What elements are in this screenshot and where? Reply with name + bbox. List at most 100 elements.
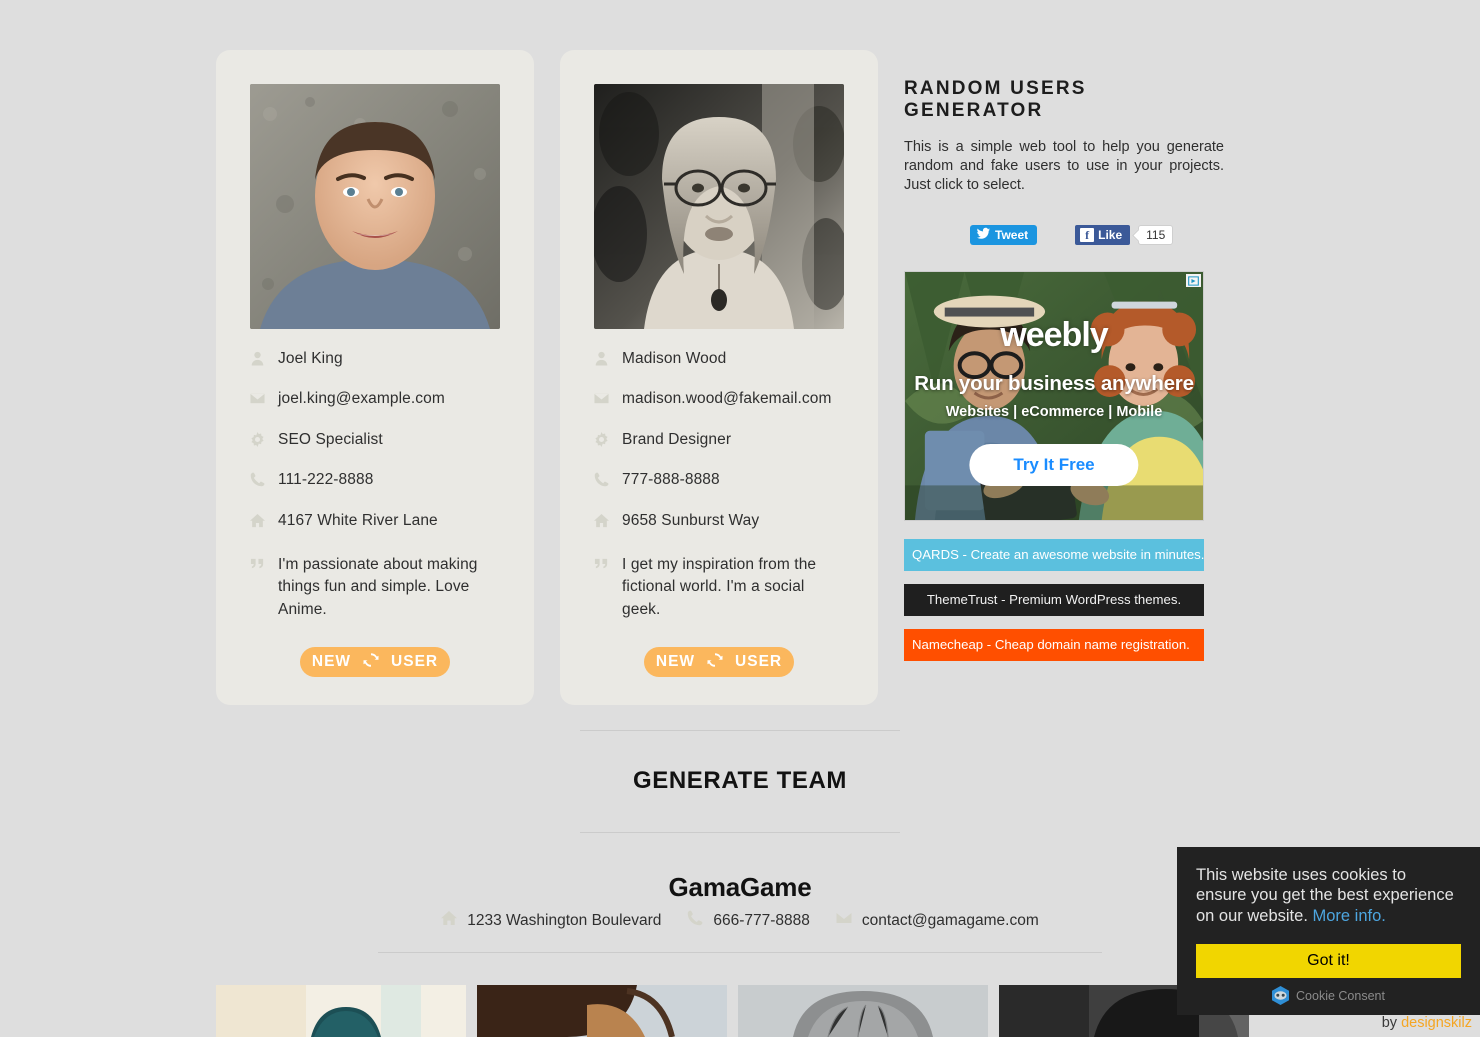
team-divider bbox=[378, 952, 1102, 953]
person-icon bbox=[250, 349, 276, 366]
sidebar: RANDOM USERS GENERATOR This is a simple … bbox=[904, 50, 1226, 674]
user-name-row: Joel King bbox=[250, 349, 500, 368]
user-email-row: joel.king@example.com bbox=[250, 389, 500, 408]
user-phone-row: 111-222-8888 bbox=[250, 470, 500, 489]
facebook-like-widget[interactable]: f Like 115 bbox=[1075, 225, 1174, 246]
team-email-item: contact@gamagame.com bbox=[836, 910, 1039, 931]
cookie-message-wrap: This website uses cookies to ensure you … bbox=[1196, 865, 1461, 926]
team-photo-strip bbox=[216, 985, 1264, 1037]
twitter-icon bbox=[977, 227, 990, 243]
cookie-consent-icon bbox=[1272, 986, 1290, 1005]
envelope-icon bbox=[250, 389, 276, 406]
user-email-row: madison.wood@fakemail.com bbox=[594, 389, 844, 408]
user-address: 4167 White River Lane bbox=[278, 511, 438, 529]
refresh-icon bbox=[707, 652, 723, 673]
user-name: Madison Wood bbox=[622, 350, 727, 367]
team-email: contact@gamagame.com bbox=[861, 911, 1039, 929]
home-icon bbox=[441, 910, 458, 931]
user-address-row: 4167 White River Lane bbox=[250, 511, 500, 530]
phone-icon bbox=[594, 470, 620, 487]
facebook-like-count: 115 bbox=[1138, 225, 1174, 246]
team-phone: 666-777-8888 bbox=[713, 911, 810, 929]
home-icon bbox=[594, 511, 620, 528]
footer-credit: by designskilz bbox=[1382, 1015, 1472, 1031]
user-email: joel.king@example.com bbox=[278, 390, 445, 408]
new-user-label-new: NEW bbox=[655, 653, 696, 671]
facebook-like-button[interactable]: f Like bbox=[1075, 225, 1131, 246]
cookie-accept-button[interactable]: Got it! bbox=[1196, 944, 1461, 978]
social-share-row: Tweet f Like 115 bbox=[904, 225, 1226, 246]
new-user-button[interactable]: NEW USER bbox=[644, 647, 794, 678]
avatar[interactable] bbox=[250, 84, 500, 329]
phone-icon bbox=[687, 910, 703, 931]
user-info-list: Madison Wood madison.wood@fakemail.com B… bbox=[594, 349, 844, 621]
adchoices-icon[interactable] bbox=[1186, 274, 1201, 288]
page-root: Joel King joel.king@example.com SEO Spec… bbox=[0, 0, 1480, 1037]
user-phone: 111-222-8888 bbox=[278, 471, 374, 489]
quote-icon bbox=[594, 554, 620, 571]
page-title: RANDOM USERS GENERATOR bbox=[904, 78, 1087, 121]
envelope-icon bbox=[594, 389, 620, 406]
cookie-more-info-link[interactable]: More info. bbox=[1313, 907, 1386, 925]
user-quote-row: I get my inspiration from the fictional … bbox=[594, 554, 844, 621]
tweet-label: Tweet bbox=[995, 228, 1029, 243]
team-photo[interactable] bbox=[216, 985, 466, 1037]
cookie-consent-brand-label: Cookie Consent bbox=[1296, 988, 1385, 1003]
team-photo[interactable] bbox=[738, 985, 988, 1037]
user-address-row: 9658 Sunburst Way bbox=[594, 511, 844, 530]
user-job-row: SEO Specialist bbox=[250, 430, 500, 449]
ad-subline: Websites | eCommerce | Mobile bbox=[945, 404, 1163, 421]
page-description: This is a simple web tool to help you ge… bbox=[904, 139, 1224, 194]
user-quote: I'm passionate about making things fun a… bbox=[278, 555, 478, 618]
user-info-list: Joel King joel.king@example.com SEO Spec… bbox=[250, 349, 500, 621]
new-user-label-user: USER bbox=[735, 653, 783, 671]
facebook-icon: f bbox=[1080, 228, 1095, 243]
envelope-icon bbox=[836, 910, 852, 931]
user-job: Brand Designer bbox=[622, 430, 732, 448]
home-icon bbox=[250, 511, 276, 528]
promo-link-themetrust[interactable]: ThemeTrust - Premium WordPress themes. bbox=[904, 584, 1204, 617]
tweet-button[interactable]: Tweet bbox=[970, 225, 1038, 246]
new-user-label-new: NEW bbox=[311, 653, 352, 671]
user-phone-row: 777-888-8888 bbox=[594, 470, 844, 489]
generate-team-section[interactable]: GENERATE TEAM bbox=[580, 730, 900, 833]
advertisement-banner[interactable]: weebly Run your business anywhere Websit… bbox=[904, 271, 1204, 522]
team-address: 1233 Washington Boulevard bbox=[467, 911, 662, 929]
promo-links: QARDS - Create an awesome website in min… bbox=[904, 539, 1204, 662]
promo-link-qards[interactable]: QARDS - Create an awesome website in min… bbox=[904, 539, 1204, 572]
promo-link-namecheap[interactable]: Namecheap - Cheap domain name registrati… bbox=[904, 629, 1204, 662]
cookie-consent-brand[interactable]: Cookie Consent bbox=[1196, 986, 1461, 1005]
team-phone-item: 666-777-8888 bbox=[687, 910, 810, 931]
team-address-item: 1233 Washington Boulevard bbox=[441, 910, 661, 931]
new-user-button[interactable]: NEW USER bbox=[300, 647, 450, 678]
quote-icon bbox=[250, 554, 276, 571]
user-quote-row: I'm passionate about making things fun a… bbox=[250, 554, 500, 621]
new-user-label-user: USER bbox=[391, 653, 439, 671]
ad-logo: weebly bbox=[1000, 316, 1108, 355]
user-phone: 777-888-8888 bbox=[622, 471, 720, 489]
user-email: madison.wood@fakemail.com bbox=[622, 390, 832, 408]
user-card[interactable]: Joel King joel.king@example.com SEO Spec… bbox=[216, 50, 534, 706]
user-address: 9658 Sunburst Way bbox=[622, 511, 760, 529]
ad-cta-button[interactable]: Try It Free bbox=[969, 444, 1139, 487]
team-photo[interactable] bbox=[477, 985, 727, 1037]
user-name: Joel King bbox=[278, 350, 343, 367]
facebook-like-label: Like bbox=[1098, 228, 1123, 243]
divider-bottom bbox=[580, 832, 900, 833]
top-content-area: Joel King joel.king@example.com SEO Spec… bbox=[216, 50, 1264, 706]
credit-prefix: by bbox=[1381, 1015, 1398, 1031]
refresh-icon bbox=[363, 652, 379, 673]
gear-icon bbox=[594, 430, 620, 447]
credit-link[interactable]: designskilz bbox=[1401, 1015, 1472, 1031]
phone-icon bbox=[250, 470, 276, 487]
cookie-consent-banner: This website uses cookies to ensure you … bbox=[1177, 847, 1480, 1015]
user-job: SEO Specialist bbox=[278, 430, 383, 448]
user-card[interactable]: Madison Wood madison.wood@fakemail.com B… bbox=[560, 50, 878, 706]
user-job-row: Brand Designer bbox=[594, 430, 844, 449]
user-quote: I get my inspiration from the fictional … bbox=[622, 555, 817, 618]
generate-team-heading[interactable]: GENERATE TEAM bbox=[580, 731, 900, 832]
user-name-row: Madison Wood bbox=[594, 349, 844, 368]
avatar[interactable] bbox=[594, 84, 844, 329]
ad-headline: Run your business anywhere bbox=[914, 372, 1194, 396]
gear-icon bbox=[250, 430, 276, 447]
